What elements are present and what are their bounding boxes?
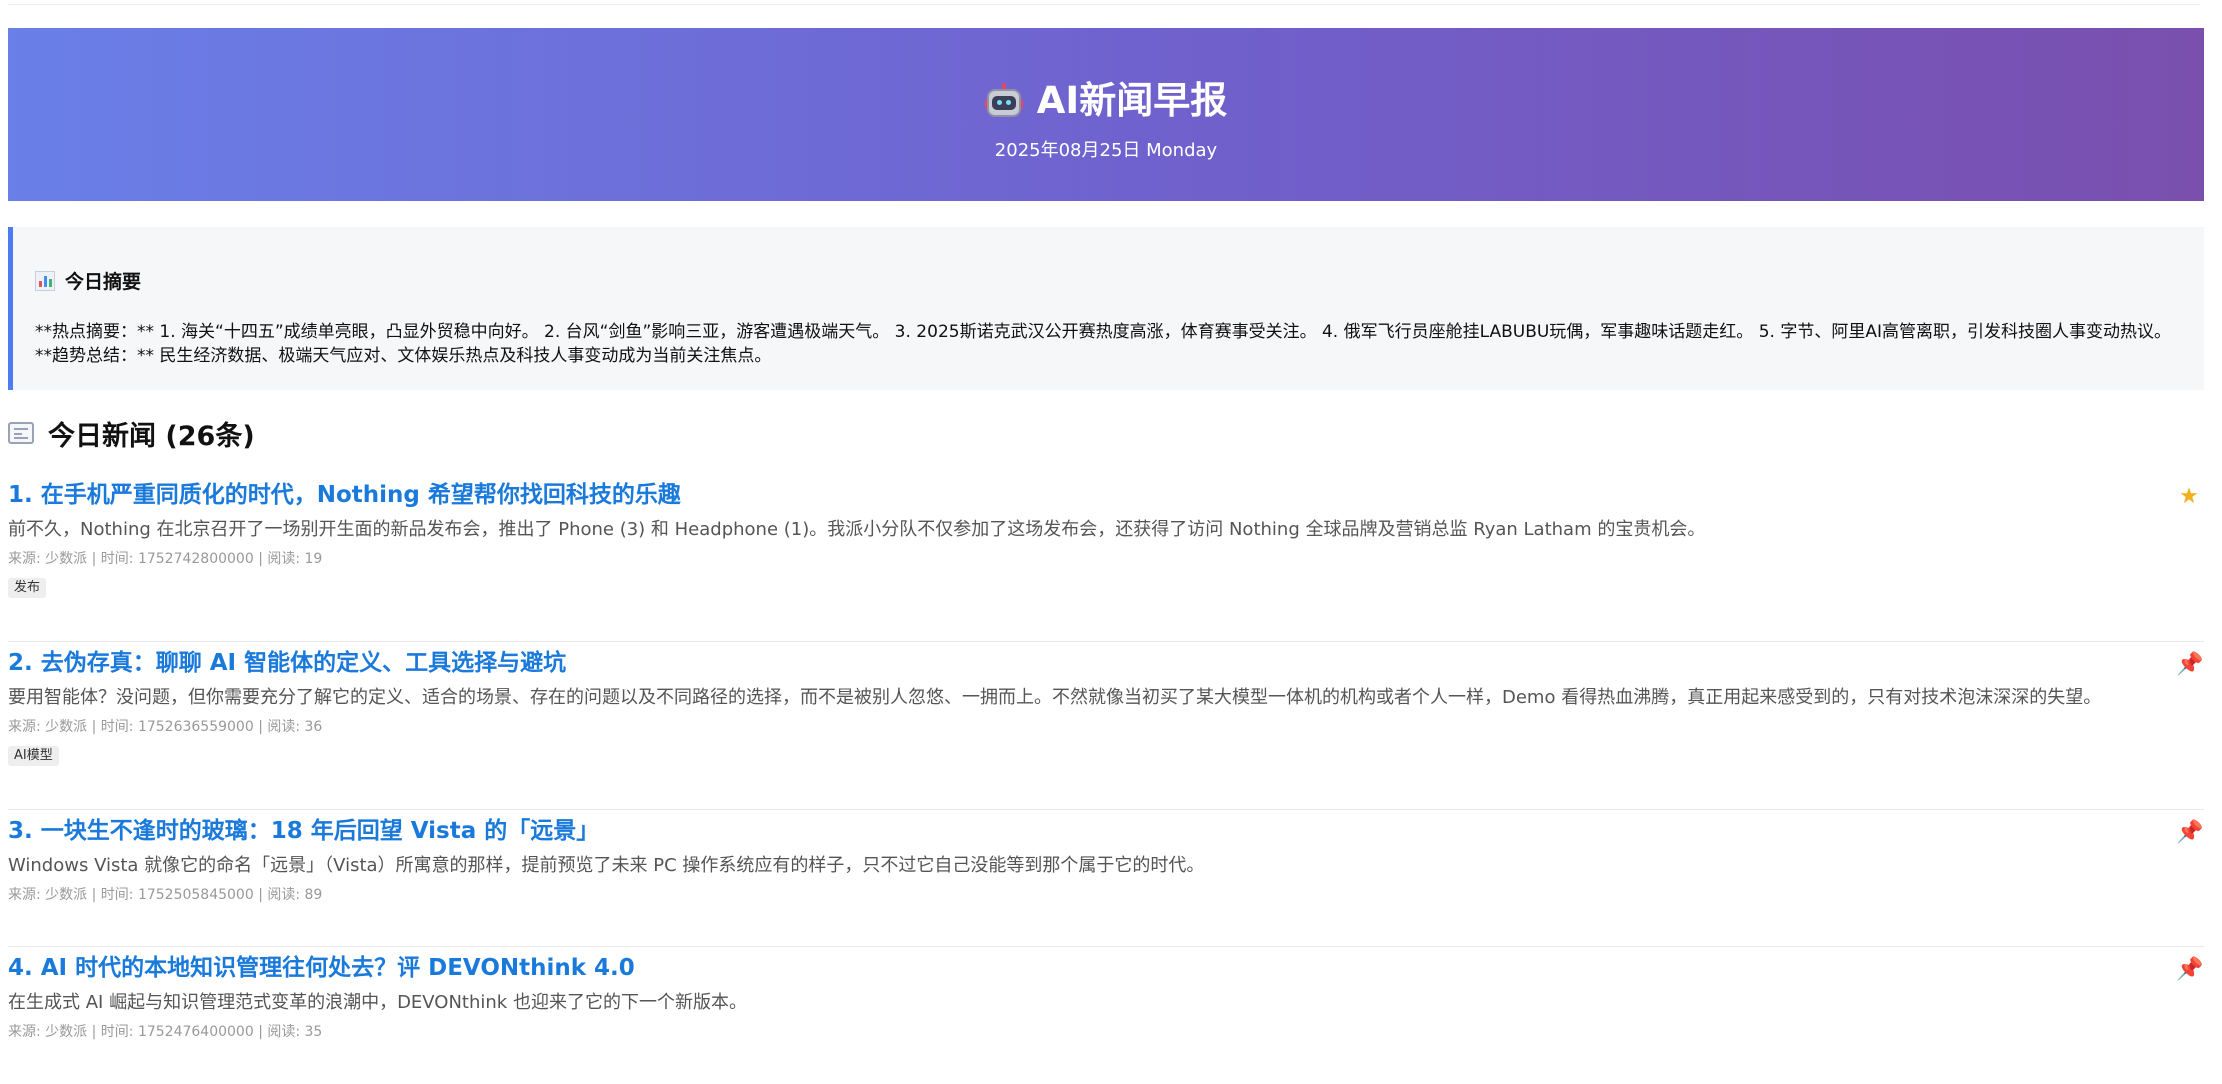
summary-heading-row: 今日摘要 — [35, 267, 2174, 294]
star-icon[interactable]: ★ — [2176, 484, 2202, 510]
summary-panel: 今日摘要 **热点摘要：** 1. 海关“十四五”成绩单亮眼，凸显外贸稳中向好。… — [8, 227, 2204, 390]
pin-icon[interactable]: 📌 — [2176, 820, 2203, 846]
news-item-title[interactable]: 1. 在手机严重同质化的时代，Nothing 希望帮你找回科技的乐趣 — [8, 480, 2204, 510]
news-item: 4. AI 时代的本地知识管理往何处去？评 DEVONthink 4.0 在生成… — [8, 947, 2204, 1084]
news-item-desc: 要用智能体？没问题，但你需要充分了解它的定义、适合的场景、存在的问题以及不同路径… — [8, 687, 2102, 708]
news-item-meta: 来源: 少数派 | 时间: 1752505845000 | 阅读: 89 — [8, 887, 323, 903]
robot-icon — [984, 83, 1023, 119]
news-item-meta: 来源: 少数派 | 时间: 1752742800000 | 阅读: 19 — [8, 551, 323, 567]
news-item-title[interactable]: 3. 一块生不逢时的玻璃：18 年后回望 Vista 的「远景」 — [8, 816, 2204, 846]
header-banner: AI新闻早报 2025年08月25日 Monday — [8, 28, 2204, 201]
pin-icon[interactable]: 📌 — [2176, 957, 2203, 983]
news-item-tag[interactable]: 发布 — [8, 578, 47, 598]
page: AI新闻早报 2025年08月25日 Monday 今日摘要 **热点摘要：**… — [8, 28, 2204, 1084]
page-title-row: AI新闻早报 — [984, 78, 1228, 124]
news-section-heading-row: 今日新闻 (26条) — [8, 416, 2204, 452]
top-divider — [8, 4, 2200, 5]
news-item-title[interactable]: 2. 去伪存真：聊聊 AI 智能体的定义、工具选择与避坑 — [8, 648, 2204, 678]
news-item: 3. 一块生不逢时的玻璃：18 年后回望 Vista 的「远景」 Windows… — [8, 810, 2204, 947]
page-title: AI新闻早报 — [1036, 79, 1228, 122]
news-item-desc: Windows Vista 就像它的命名「远景」（Vista）所寓意的那样，提前… — [8, 855, 1205, 876]
bar-chart-icon — [35, 270, 55, 291]
news-item-meta: 来源: 少数派 | 时间: 1752636559000 | 阅读: 36 — [8, 719, 323, 735]
news-item-tag[interactable]: AI模型 — [8, 746, 59, 766]
news-item-desc: 在生成式 AI 崛起与知识管理范式变革的浪潮中，DEVONthink 也迎来了它… — [8, 992, 747, 1013]
news-item: 2. 去伪存真：聊聊 AI 智能体的定义、工具选择与避坑 要用智能体？没问题，但… — [8, 642, 2204, 810]
news-item-title[interactable]: 4. AI 时代的本地知识管理往何处去？评 DEVONthink 4.0 — [8, 953, 2204, 983]
news-item-meta: 来源: 少数派 | 时间: 1752476400000 | 阅读: 35 — [8, 1024, 323, 1040]
header-date: 2025年08月25日 Monday — [994, 140, 1218, 161]
summary-text: **热点摘要：** 1. 海关“十四五”成绩单亮眼，凸显外贸稳中向好。 2. 台… — [35, 322, 2171, 366]
news-section-heading: 今日新闻 (26条) — [48, 420, 255, 452]
summary-heading: 今日摘要 — [65, 271, 142, 293]
news-item: 1. 在手机严重同质化的时代，Nothing 希望帮你找回科技的乐趣 前不久，N… — [8, 474, 2204, 642]
news-list: 1. 在手机严重同质化的时代，Nothing 希望帮你找回科技的乐趣 前不久，N… — [8, 474, 2204, 1084]
news-item-desc: 前不久，Nothing 在北京召开了一场别开生面的新品发布会，推出了 Phone… — [8, 519, 1706, 540]
pin-icon[interactable]: 📌 — [2176, 652, 2203, 678]
newspaper-icon — [8, 422, 34, 444]
